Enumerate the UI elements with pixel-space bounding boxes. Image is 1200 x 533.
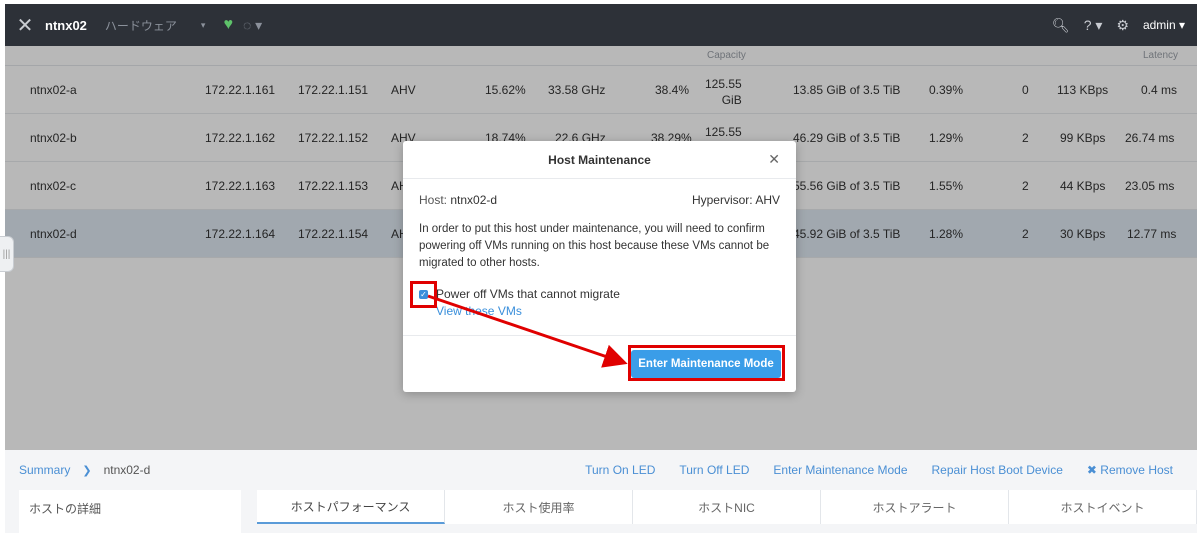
annotation-arrow (427, 294, 628, 368)
